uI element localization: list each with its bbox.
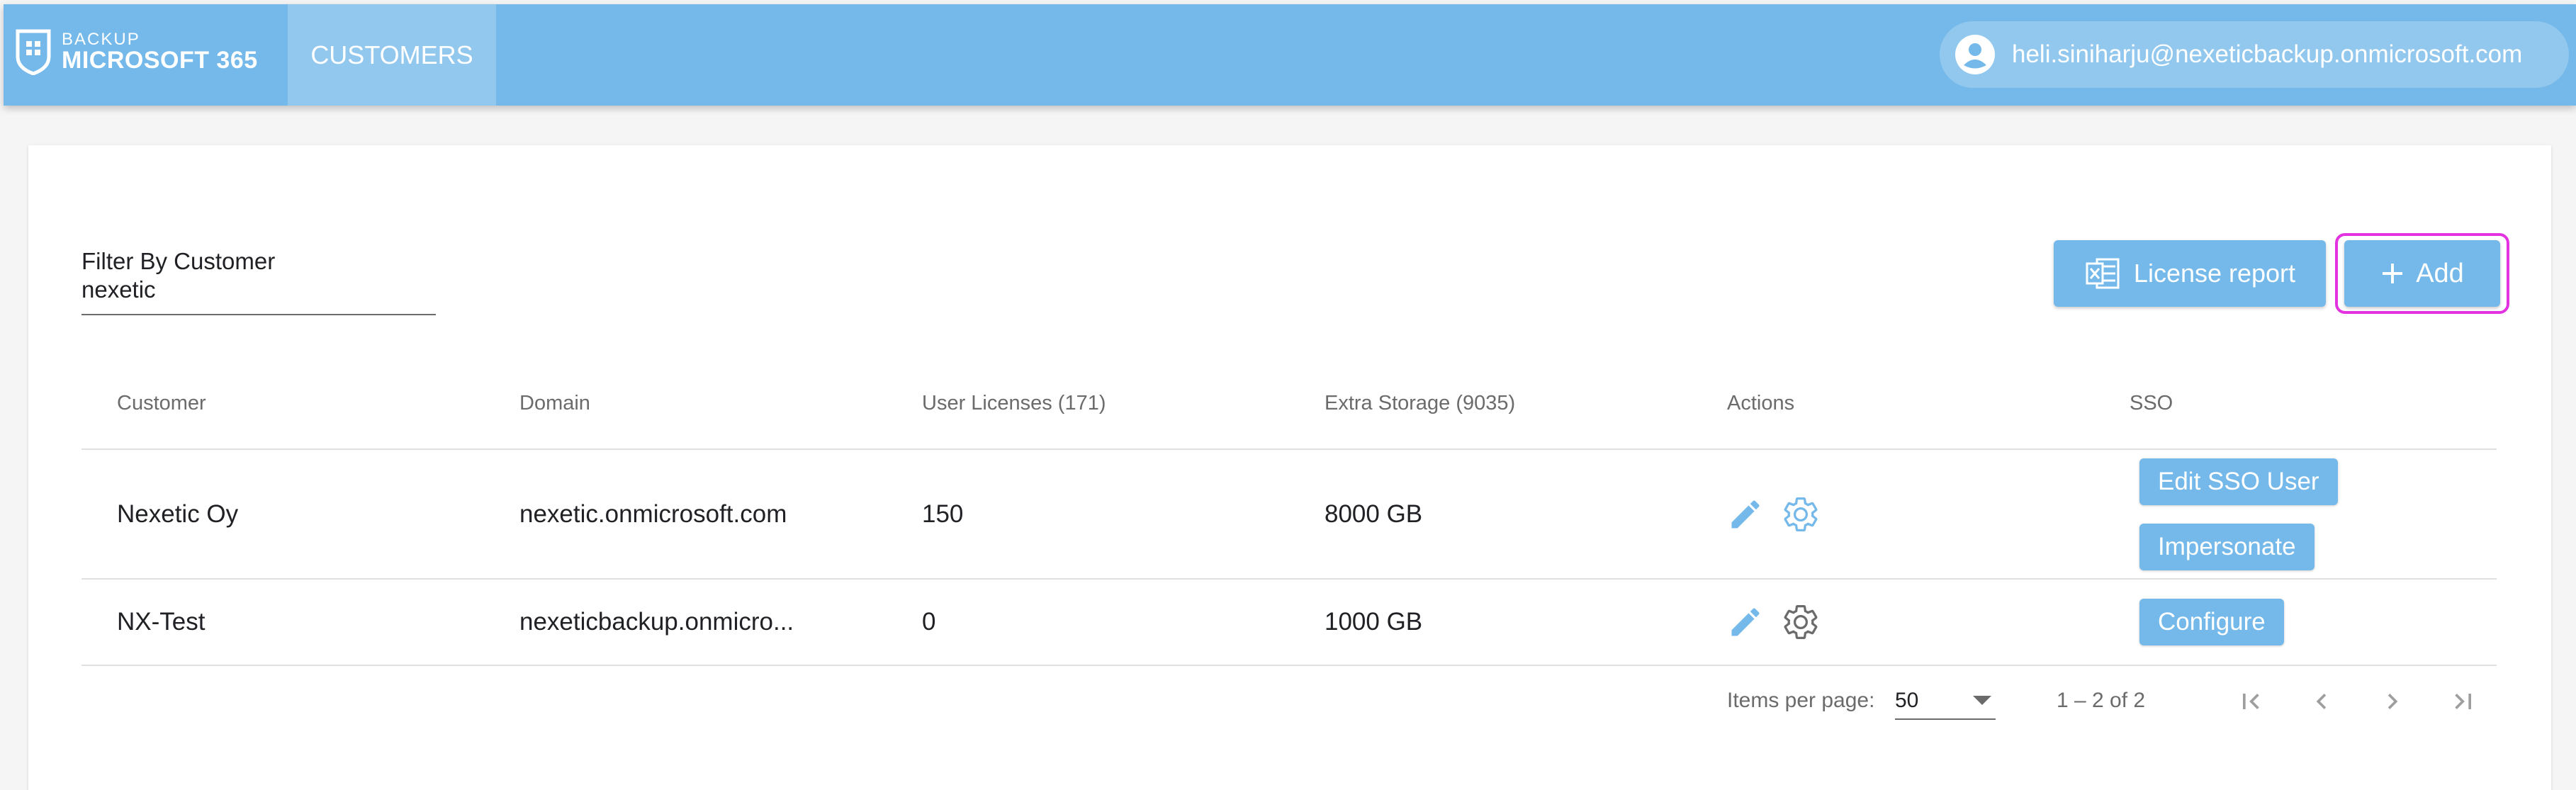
last-page-button[interactable]	[2443, 682, 2483, 721]
table-header-row: Customer Domain User Licenses (171) Extr…	[81, 358, 2497, 450]
customers-table: Customer Domain User Licenses (171) Extr…	[81, 358, 2497, 666]
extra-storage-cell: 8000 GB	[1324, 500, 1423, 528]
user-email: heli.siniharju@nexeticbackup.onmicrosoft…	[2012, 40, 2523, 68]
shield-logo-icon	[16, 29, 51, 75]
customer-cell: NX-Test	[117, 608, 206, 636]
pencil-icon[interactable]	[1727, 604, 1764, 641]
items-per-page-value: 50	[1895, 689, 1919, 712]
configure-button[interactable]: Configure	[2139, 599, 2284, 645]
add-label: Add	[2416, 258, 2464, 288]
actions-cell	[1727, 450, 1821, 578]
column-header-customer[interactable]: Customer	[117, 358, 206, 448]
user-menu-chip[interactable]: heli.siniharju@nexeticbackup.onmicrosoft…	[1940, 21, 2569, 88]
first-page-icon	[2243, 694, 2259, 709]
app-logo[interactable]: BACKUP MICROSOFT 365	[15, 23, 270, 86]
domain-cell: nexeticbackup.onmicro...	[519, 608, 794, 636]
items-per-page-select[interactable]: 50	[1895, 686, 1996, 720]
user-licenses-cell: 150	[922, 500, 964, 528]
table-row[interactable]: Nexetic Oy nexetic.onmicrosoft.com 150 8…	[81, 450, 2497, 580]
impersonate-button[interactable]: Impersonate	[2139, 523, 2315, 570]
plus-icon	[2383, 264, 2403, 283]
next-page-button[interactable]	[2373, 682, 2412, 721]
sso-cell: Configure	[2139, 580, 2284, 665]
gear-icon[interactable]	[1781, 602, 1821, 642]
column-header-domain[interactable]: Domain	[519, 358, 590, 448]
account-circle-icon	[1955, 35, 1995, 74]
last-page-icon	[2455, 694, 2471, 709]
extra-storage-cell: 1000 GB	[1324, 608, 1423, 636]
column-header-extra-storage[interactable]: Extra Storage (9035)	[1324, 358, 1515, 448]
next-page-icon	[2387, 694, 2398, 709]
prev-page-icon	[2316, 694, 2327, 709]
page-range-label: 1 – 2 of 2	[2057, 689, 2146, 712]
paginator: Items per page: 50 1 – 2 of 2	[28, 666, 2551, 737]
pencil-icon[interactable]	[1727, 496, 1764, 533]
user-licenses-cell: 0	[922, 608, 936, 636]
filter-input[interactable]: nexetic	[81, 276, 436, 303]
excel-icon	[2086, 258, 2120, 289]
previous-page-button[interactable]	[2302, 682, 2341, 721]
filter-underline	[81, 314, 436, 315]
top-app-bar: BACKUP MICROSOFT 365 CUSTOMERS heli.sini…	[4, 4, 2576, 106]
sso-cell: Edit SSO User Impersonate	[2139, 450, 2338, 578]
actions-cell	[1727, 580, 1821, 665]
column-header-actions: Actions	[1727, 391, 1795, 414]
nav-tab-customers[interactable]: CUSTOMERS	[288, 4, 496, 106]
first-page-button[interactable]	[2231, 682, 2271, 721]
dropdown-arrow-icon	[1973, 696, 1991, 705]
gear-icon[interactable]	[1781, 495, 1821, 534]
items-per-page-label: Items per page:	[1727, 689, 1875, 712]
filter-by-customer-field[interactable]: Filter By Customer nexetic	[81, 248, 436, 319]
column-header-user-licenses[interactable]: User Licenses (171)	[922, 358, 1106, 448]
license-report-label: License report	[2133, 259, 2296, 288]
customers-card: Filter By Customer nexetic License repor…	[28, 145, 2551, 790]
table-row[interactable]: NX-Test nexeticbackup.onmicro... 0 1000 …	[81, 580, 2497, 666]
logo-big-text: MICROSOFT 365	[62, 47, 258, 74]
filter-label: Filter By Customer	[81, 248, 276, 274]
add-button[interactable]: Add	[2344, 240, 2500, 307]
edit-sso-user-button[interactable]: Edit SSO User	[2139, 458, 2338, 505]
column-header-sso: SSO	[2130, 391, 2173, 414]
license-report-button[interactable]: License report	[2054, 240, 2326, 307]
customer-cell: Nexetic Oy	[117, 500, 239, 528]
domain-cell: nexetic.onmicrosoft.com	[519, 500, 787, 528]
